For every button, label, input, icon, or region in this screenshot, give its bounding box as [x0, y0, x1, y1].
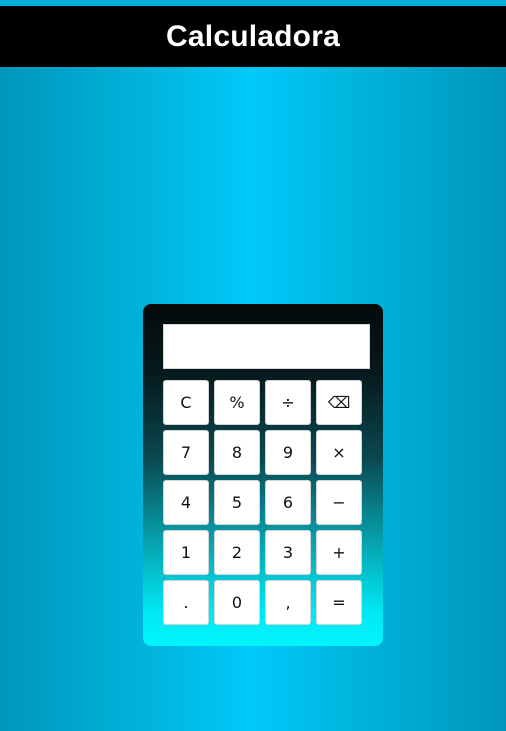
percent-button[interactable]: % — [214, 380, 260, 425]
digit-5-button[interactable]: 5 — [214, 480, 260, 525]
divide-button[interactable]: ÷ — [265, 380, 311, 425]
calculator-display[interactable] — [163, 324, 370, 369]
digit-8-button[interactable]: 8 — [214, 430, 260, 475]
comma-button[interactable]: , — [265, 580, 311, 625]
keypad: C % ÷ ⌫ 7 8 9 × 4 5 6 − 1 2 3 + . 0 , = — [163, 380, 363, 625]
equals-button[interactable]: = — [316, 580, 362, 625]
digit-1-button[interactable]: 1 — [163, 530, 209, 575]
backspace-button[interactable]: ⌫ — [316, 380, 362, 425]
subtract-button[interactable]: − — [316, 480, 362, 525]
digit-0-button[interactable]: 0 — [214, 580, 260, 625]
clear-button[interactable]: C — [163, 380, 209, 425]
digit-3-button[interactable]: 3 — [265, 530, 311, 575]
digit-4-button[interactable]: 4 — [163, 480, 209, 525]
digit-6-button[interactable]: 6 — [265, 480, 311, 525]
calculator: C % ÷ ⌫ 7 8 9 × 4 5 6 − 1 2 3 + . 0 , = — [143, 304, 383, 646]
page-header: Calculadora — [0, 6, 506, 67]
digit-7-button[interactable]: 7 — [163, 430, 209, 475]
digit-9-button[interactable]: 9 — [265, 430, 311, 475]
page-title: Calculadora — [166, 19, 340, 53]
digit-2-button[interactable]: 2 — [214, 530, 260, 575]
dot-button[interactable]: . — [163, 580, 209, 625]
add-button[interactable]: + — [316, 530, 362, 575]
multiply-button[interactable]: × — [316, 430, 362, 475]
